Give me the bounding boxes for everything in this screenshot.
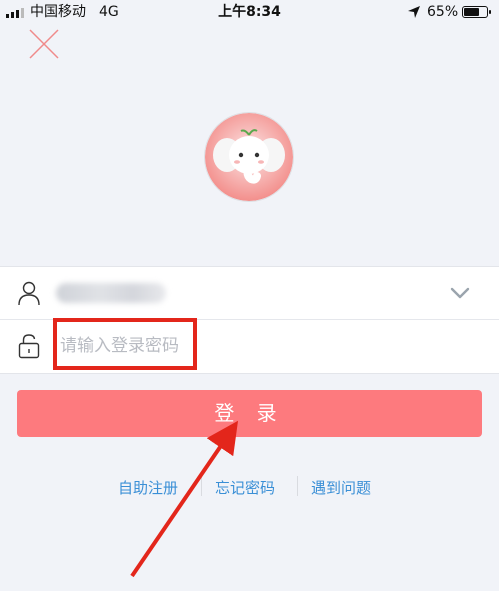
register-link[interactable]: 自助注册 bbox=[118, 477, 178, 498]
app-logo-avatar bbox=[205, 113, 293, 201]
divider bbox=[201, 476, 202, 496]
login-button[interactable]: 登 录 bbox=[17, 390, 482, 437]
forgot-password-link[interactable]: 忘记密码 bbox=[215, 477, 275, 498]
chevron-down-icon[interactable] bbox=[448, 283, 472, 303]
user-icon bbox=[18, 281, 40, 306]
username-row bbox=[0, 267, 499, 320]
password-row bbox=[0, 320, 499, 372]
help-links: 自助注册 忘记密码 遇到问题 bbox=[0, 474, 499, 498]
login-form bbox=[0, 266, 499, 374]
battery-percent: 65% bbox=[427, 4, 459, 20]
username-field[interactable] bbox=[56, 283, 166, 303]
status-bar: 中国移动 4G 上午8:34 65% bbox=[0, 0, 499, 24]
password-input[interactable] bbox=[56, 328, 364, 364]
battery-icon bbox=[462, 6, 491, 18]
lock-icon bbox=[18, 334, 40, 359]
location-arrow-icon bbox=[408, 6, 420, 18]
close-icon[interactable] bbox=[26, 26, 62, 62]
divider bbox=[297, 476, 298, 496]
clock: 上午8:34 bbox=[218, 4, 281, 20]
help-problem-link[interactable]: 遇到问题 bbox=[311, 477, 371, 498]
